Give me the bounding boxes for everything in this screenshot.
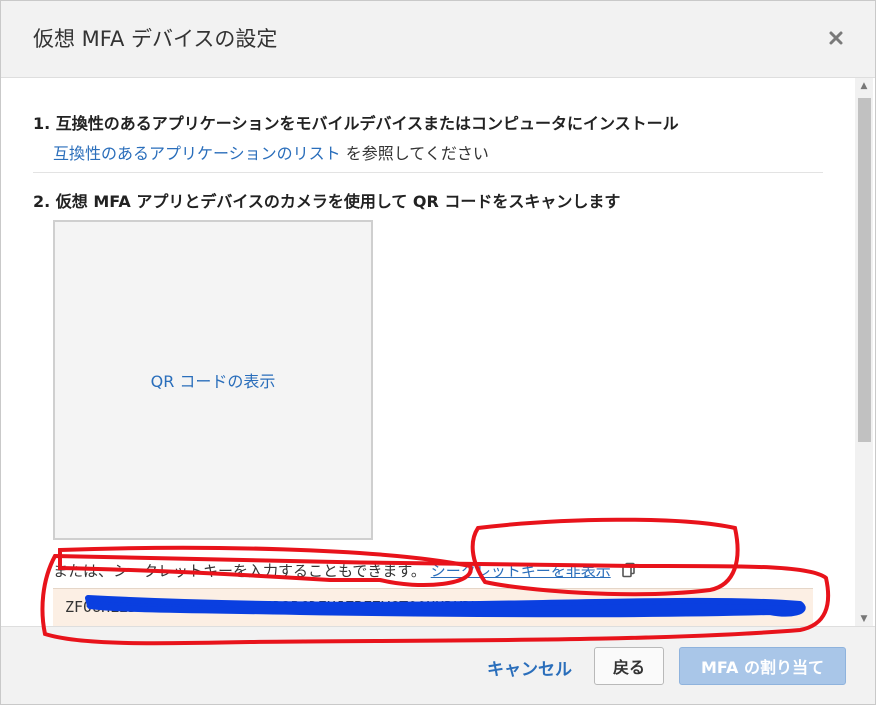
scroll-up-icon[interactable]: ▲: [855, 78, 873, 94]
step-1-title: 1. 互換性のあるアプリケーションをモバイルデバイスまたはコンピュータにインスト…: [33, 114, 679, 133]
cancel-button[interactable]: キャンセル: [487, 655, 572, 680]
show-qr-code-label: QR コードの表示: [150, 372, 276, 391]
step-1: 1. 互換性のあるアプリケーションをモバイルデバイスまたはコンピュータにインスト…: [33, 110, 679, 164]
show-qr-code-button[interactable]: QR コードの表示: [53, 220, 373, 540]
step-1-suffix: を参照してください: [340, 144, 489, 163]
back-button[interactable]: 戻る: [594, 647, 664, 685]
divider: [33, 172, 823, 173]
scroll-thumb[interactable]: [858, 98, 871, 442]
dialog-title: 仮想 MFA デバイスの設定: [33, 27, 278, 51]
compatible-apps-link[interactable]: 互換性のあるアプリケーションのリスト: [53, 144, 341, 163]
secret-key-line: または、シークレットキーを入力することもできます。 シークレットキーを非表示: [53, 560, 637, 582]
dialog-body: 1. 互換性のあるアプリケーションをモバイルデバイスまたはコンピュータにインスト…: [1, 78, 855, 627]
close-icon[interactable]: [827, 29, 845, 47]
hide-secret-key-link[interactable]: シークレットキーを非表示: [431, 562, 611, 580]
step-1-subtext: 互換性のあるアプリケーションのリスト を参照してください: [33, 140, 679, 164]
assign-mfa-button[interactable]: MFA の割り当て: [679, 647, 846, 685]
copy-icon[interactable]: [621, 562, 637, 582]
mfa-setup-dialog: 仮想 MFA デバイスの設定 1. 互換性のあるアプリケーションをモバイルデバイ…: [0, 0, 876, 705]
step-2-title: 2. 仮想 MFA アプリとデバイスのカメラを使用して QR コードをスキャンし…: [33, 192, 621, 211]
scrollbar[interactable]: ▲ ▼: [855, 78, 873, 627]
scroll-down-icon[interactable]: ▼: [855, 611, 873, 627]
dialog-footer: キャンセル 戻る MFA の割り当て: [1, 626, 875, 704]
secret-key-prefix: または、シークレットキーを入力することもできます。: [53, 562, 426, 580]
dialog-header: 仮想 MFA デバイスの設定: [1, 1, 875, 78]
secret-key-field[interactable]: ZF0UHL2DACSJFOPYIXNEAW5D3BCDEHJZBF7VGTQ0…: [53, 588, 813, 627]
